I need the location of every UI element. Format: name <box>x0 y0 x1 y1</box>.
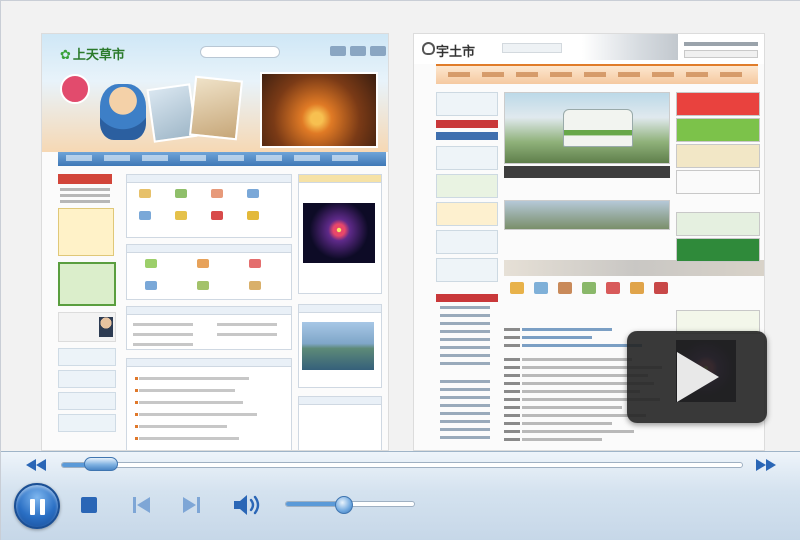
stop-icon <box>81 497 97 513</box>
site-left-column <box>58 174 120 450</box>
mayor-box <box>58 312 116 342</box>
bus-photo <box>504 92 670 164</box>
header-tagline <box>502 43 562 53</box>
promo-box <box>58 208 114 256</box>
header-badge <box>60 74 90 104</box>
site-logo-text: 上天草市 <box>72 48 125 63</box>
side-banner <box>676 212 760 236</box>
side-banner <box>676 118 760 142</box>
fireworks-photo <box>303 203 375 263</box>
header-photo <box>582 34 678 60</box>
side-banner <box>676 170 760 194</box>
header-banner <box>200 46 280 58</box>
volume-button[interactable] <box>232 493 264 517</box>
side-banner <box>676 92 760 116</box>
site-header: 宇土市 <box>414 34 764 64</box>
next-track-icon <box>183 497 200 513</box>
control-bar <box>1 451 800 540</box>
stop-button[interactable] <box>79 495 99 515</box>
site-nav-bar <box>436 64 758 84</box>
volume-handle[interactable] <box>334 496 353 514</box>
speaker-icon <box>234 495 260 515</box>
previous-track-button[interactable] <box>131 495 151 515</box>
rewind-button[interactable] <box>25 459 47 471</box>
header-button <box>330 46 346 56</box>
next-track-button[interactable] <box>182 495 202 515</box>
site-left-column <box>436 92 498 450</box>
side-banner <box>676 238 760 262</box>
side-banner <box>676 144 760 168</box>
hero-thumbnails <box>504 166 670 178</box>
fast-forward-button[interactable] <box>755 459 777 471</box>
sunset-photo <box>260 72 378 148</box>
site-header: ✿ 上天草市 <box>42 34 388 152</box>
content-box <box>126 306 292 350</box>
video-frame[interactable]: ✿ 上天草市 宇土市 <box>1 1 800 451</box>
header-button <box>350 46 366 56</box>
header-photo <box>188 75 244 141</box>
site-logo: 宇土市 <box>436 45 476 60</box>
header-links <box>684 42 758 46</box>
site-logo: ✿ 上天草市 <box>60 48 125 63</box>
pause-button[interactable] <box>14 483 60 529</box>
news-box <box>126 358 292 450</box>
info-box <box>298 396 382 450</box>
mayor-box <box>436 92 498 116</box>
header-search <box>684 50 758 58</box>
seek-handle[interactable] <box>84 457 119 471</box>
bay-photo <box>302 322 374 370</box>
play-icon <box>677 352 719 402</box>
seek-bar[interactable] <box>61 462 743 468</box>
website-screenshot-kamiamakusa: ✿ 上天草市 <box>41 33 389 451</box>
previous-track-icon <box>133 497 150 513</box>
fast-forward-icon <box>756 459 776 471</box>
header-button <box>370 46 386 56</box>
mascot-illustration <box>100 84 146 140</box>
site-right-column <box>298 174 382 450</box>
map-illustration <box>58 262 116 306</box>
bus-icon <box>563 109 633 147</box>
site-main-column <box>126 174 292 450</box>
menu-heading <box>58 174 112 184</box>
city-emblem-icon <box>422 42 435 55</box>
content-box <box>126 244 292 300</box>
seek-row <box>1 452 800 478</box>
event-box <box>298 174 382 294</box>
castle-photo <box>504 200 670 230</box>
content-box <box>126 174 292 238</box>
site-nav-bar <box>58 152 386 166</box>
rewind-icon <box>26 459 46 471</box>
big-play-button[interactable] <box>627 331 767 423</box>
media-player: ✿ 上天草市 宇土市 <box>0 0 800 540</box>
